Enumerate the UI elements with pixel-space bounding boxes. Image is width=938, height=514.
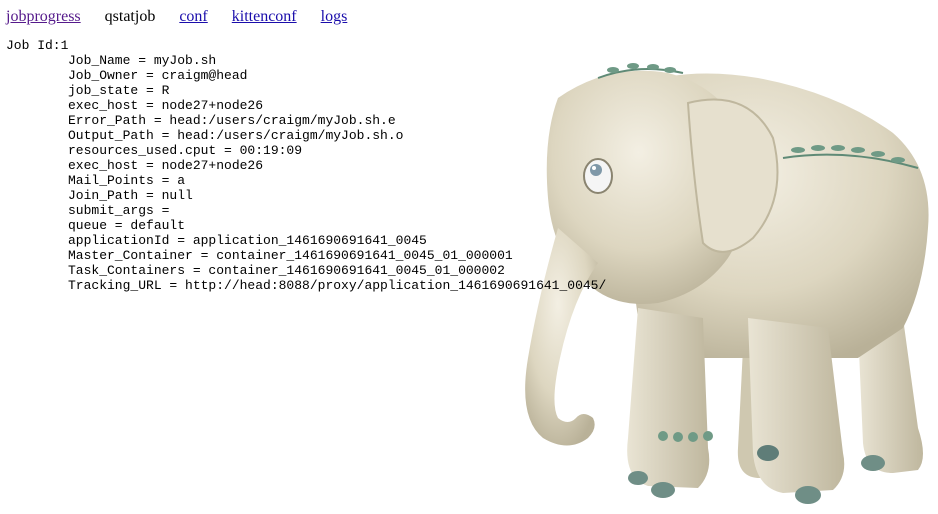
job-field: exec_host = node27+node26 (68, 158, 264, 173)
job-field: Job_Name = myJob.sh (68, 53, 217, 68)
job-field: Join_Path = null (68, 188, 193, 203)
job-field: resources_used.cput = 00:19:09 (68, 143, 303, 158)
nav-link-kittenconf[interactable]: kittenconf (232, 6, 297, 28)
job-field: queue = default (68, 218, 186, 233)
job-field: applicationId = application_146169069164… (68, 233, 427, 248)
nav-item-qstatjob: qstatjob (104, 8, 156, 25)
job-field: Tracking_URL = http://head:8088/proxy/ap… (68, 278, 607, 293)
job-field: Output_Path = head:/users/craigm/myJob.s… (68, 128, 404, 143)
qstat-output: Job Id:1 Job_Name = myJob.sh Job_Owner = c… (6, 38, 606, 293)
top-nav: jobprogress qstatjob conf kittenconf log… (6, 6, 371, 28)
job-field: Error_Path = head:/users/craigm/myJob.sh… (68, 113, 396, 128)
job-field: job_state = R (68, 83, 170, 98)
nav-link-conf[interactable]: conf (179, 6, 207, 28)
job-field: Master_Container = container_14616906916… (68, 248, 513, 263)
job-field: submit_args = (68, 203, 170, 218)
job-field: Task_Containers = container_146169069164… (68, 263, 505, 278)
job-field: Job_Owner = craigm@head (68, 68, 248, 83)
job-field: exec_host = node27+node26 (68, 98, 264, 113)
nav-link-jobprogress[interactable]: jobprogress (6, 6, 81, 28)
job-field: Mail_Points = a (68, 173, 186, 188)
job-id-header: Job Id:1 (6, 38, 69, 53)
nav-link-logs[interactable]: logs (321, 6, 348, 28)
